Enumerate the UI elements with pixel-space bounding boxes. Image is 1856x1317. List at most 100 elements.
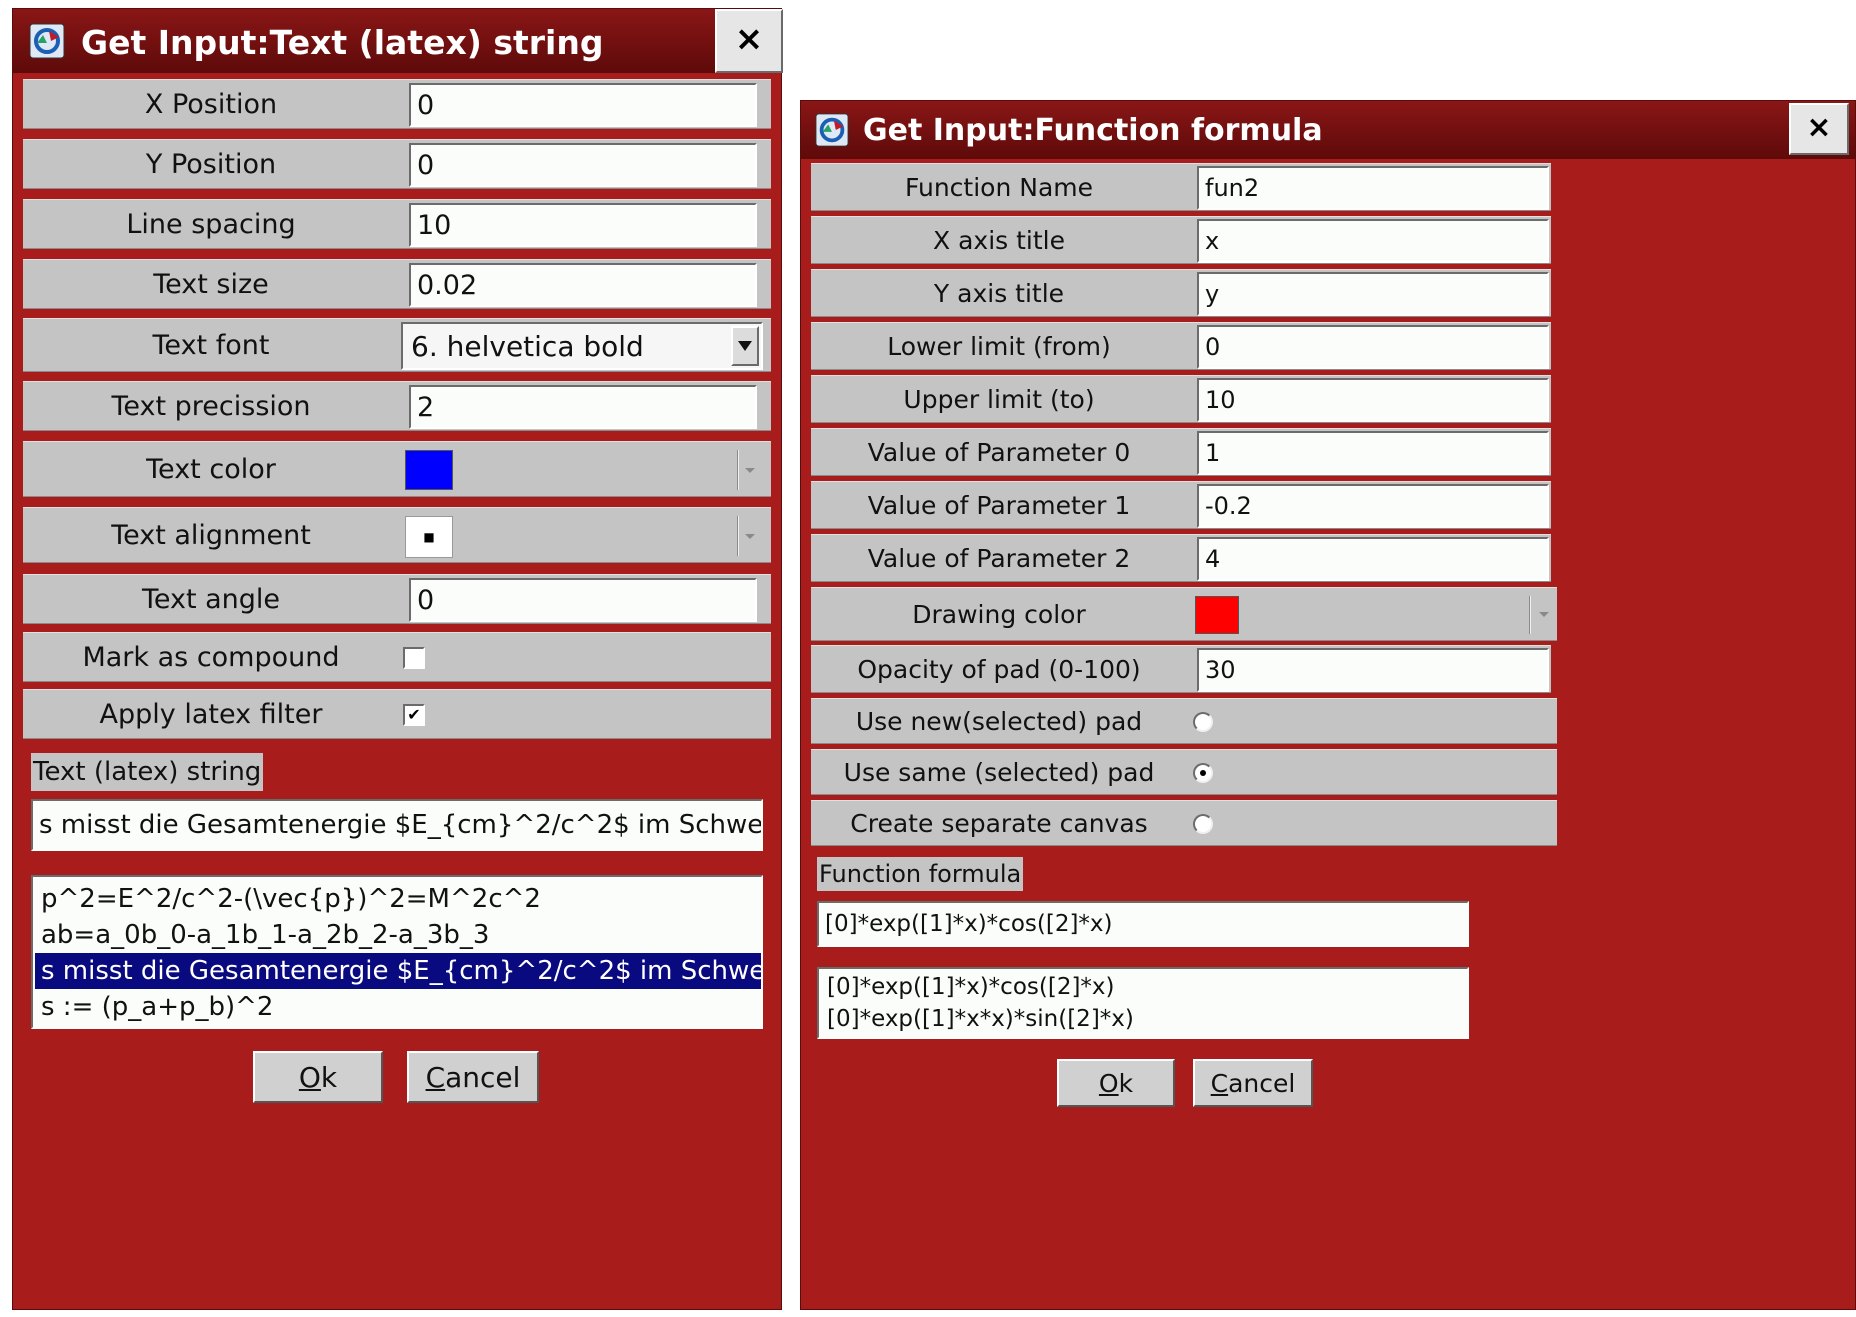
color-dropdown-arrow-icon[interactable] xyxy=(1539,612,1549,617)
row-param2: Value of Parameter 2 4 xyxy=(811,534,1551,582)
function-formula-input[interactable]: [0]*exp([1]*x)*cos([2]*x) xyxy=(817,901,1469,947)
x-position-label: X Position xyxy=(144,88,278,120)
cancel-button[interactable]: Cancel xyxy=(1193,1059,1313,1107)
drawing-color-label: Drawing color xyxy=(912,599,1086,629)
function-formula-label: Function formula xyxy=(817,857,1024,891)
mark-compound-checkbox[interactable] xyxy=(403,647,425,669)
dropdown-arrow-icon[interactable] xyxy=(731,326,759,366)
close-button[interactable]: × xyxy=(1789,103,1849,155)
row-param0: Value of Parameter 0 1 xyxy=(811,428,1551,476)
row-text-font: Text font 6. helvetica bold xyxy=(23,318,771,372)
row-drawing-color: Drawing color xyxy=(811,587,1557,641)
row-use-new-pad: Use new(selected) pad xyxy=(811,698,1557,744)
row-lower-limit: Lower limit (from) 0 xyxy=(811,322,1551,370)
apply-latex-label: Apply latex filter xyxy=(99,698,323,730)
row-text-size: Text size 0.02 xyxy=(23,259,771,309)
lower-limit-input[interactable]: 0 xyxy=(1197,325,1549,369)
list-item[interactable]: ab=a_0b_0-a_1b_1-a_2b_2-a_3b_3 xyxy=(35,917,761,953)
opacity-input[interactable]: 30 xyxy=(1197,648,1549,692)
x-axis-title-label: X axis title xyxy=(933,225,1065,255)
latex-string-input[interactable]: s misst die Gesamtenergie $E_{cm}^2/c^2$… xyxy=(31,799,763,851)
row-text-alignment: Text alignment ■ xyxy=(23,507,771,563)
row-apply-latex: Apply latex filter ✔ xyxy=(23,689,771,739)
text-font-label: Text font xyxy=(152,329,270,361)
text-font-value: 6. helvetica bold xyxy=(411,329,644,363)
text-precission-input[interactable]: 2 xyxy=(409,385,757,429)
latex-string-label: Text (latex) string xyxy=(31,753,264,791)
function-name-label: Function Name xyxy=(904,172,1094,202)
app-icon xyxy=(29,23,65,63)
text-angle-input[interactable]: 0 xyxy=(409,578,757,622)
text-size-label: Text size xyxy=(153,268,269,300)
x-position-input[interactable]: 0 xyxy=(409,83,757,127)
separate-canvas-label: Create separate canvas xyxy=(850,808,1148,838)
text-precission-label: Text precission xyxy=(111,390,311,422)
text-size-input[interactable]: 0.02 xyxy=(409,263,757,307)
y-position-input[interactable]: 0 xyxy=(409,143,757,187)
upper-limit-input[interactable]: 10 xyxy=(1197,378,1549,422)
ok-button[interactable]: Ok xyxy=(1057,1059,1175,1107)
close-icon: × xyxy=(1806,110,1832,145)
param2-input[interactable]: 4 xyxy=(1197,537,1549,581)
text-latex-dialog: Get Input:Text (latex) string × X Positi… xyxy=(12,8,783,1310)
text-alignment-picker[interactable]: ■ xyxy=(405,512,767,560)
function-formula-dialog: Get Input:Function formula × Function Na… xyxy=(800,100,1856,1310)
line-spacing-input[interactable]: 10 xyxy=(409,203,757,247)
text-alignment-label: Text alignment xyxy=(111,519,311,551)
list-item[interactable]: s := (p_a+p_b)^2 xyxy=(35,989,761,1025)
title-bar[interactable]: Get Input:Text (latex) string × xyxy=(13,9,783,73)
title-bar[interactable]: Get Input:Function formula × xyxy=(801,101,1855,159)
opacity-label: Opacity of pad (0-100) xyxy=(857,654,1141,684)
alignment-center-icon: ■ xyxy=(423,530,435,544)
latex-history-list[interactable]: p^2=E^2/c^2-(\vec{p})^2=M^2c^2 ab=a_0b_0… xyxy=(31,875,763,1029)
param1-label: Value of Parameter 1 xyxy=(867,490,1131,520)
mark-compound-label: Mark as compound xyxy=(82,641,340,673)
use-new-pad-radio[interactable] xyxy=(1193,712,1213,732)
use-new-pad-label: Use new(selected) pad xyxy=(855,706,1143,736)
param0-label: Value of Parameter 0 xyxy=(867,437,1131,467)
lower-limit-label: Lower limit (from) xyxy=(887,331,1111,361)
list-item[interactable]: [0]*exp([1]*x*x)*sin([2]*x) xyxy=(821,1003,1467,1035)
ok-button[interactable]: Ok xyxy=(253,1051,383,1103)
row-opacity: Opacity of pad (0-100) 30 xyxy=(811,645,1551,693)
row-use-same-pad: Use same (selected) pad xyxy=(811,749,1557,795)
text-color-picker[interactable] xyxy=(405,446,767,494)
row-line-spacing: Line spacing 10 xyxy=(23,199,771,249)
dialog-title: Get Input:Function formula xyxy=(863,113,1323,148)
use-same-pad-radio[interactable] xyxy=(1193,763,1213,783)
drawing-color-swatch[interactable] xyxy=(1195,596,1239,634)
row-text-precission: Text precission 2 xyxy=(23,381,771,431)
color-dropdown-arrow-icon[interactable] xyxy=(745,468,755,473)
row-param1: Value of Parameter 1 -0.2 xyxy=(811,481,1551,529)
text-font-select[interactable]: 6. helvetica bold xyxy=(401,322,763,370)
function-name-input[interactable]: fun2 xyxy=(1197,166,1549,210)
row-text-color: Text color xyxy=(23,441,771,497)
text-color-swatch[interactable] xyxy=(405,450,453,490)
list-item[interactable]: p^2=E^2/c^2-(\vec{p})^2=M^2c^2 xyxy=(35,881,761,917)
x-axis-title-input[interactable]: x xyxy=(1197,219,1549,263)
text-angle-label: Text angle xyxy=(141,583,281,615)
alignment-dropdown-arrow-icon[interactable] xyxy=(745,534,755,539)
close-button[interactable]: × xyxy=(715,9,783,73)
y-axis-title-input[interactable]: y xyxy=(1197,272,1549,316)
list-item-selected[interactable]: s misst die Gesamtenergie $E_{cm}^2/c^2$… xyxy=(35,953,761,989)
apply-latex-checkbox[interactable]: ✔ xyxy=(403,704,425,726)
param0-input[interactable]: 1 xyxy=(1197,431,1549,475)
list-item[interactable]: [0]*exp([1]*x)*cos([2]*x) xyxy=(821,971,1467,1003)
separate-canvas-radio[interactable] xyxy=(1193,814,1213,834)
row-x-position: X Position 0 xyxy=(23,79,771,129)
row-function-name: Function Name fun2 xyxy=(811,163,1551,211)
y-position-label: Y Position xyxy=(145,148,277,180)
row-upper-limit: Upper limit (to) 10 xyxy=(811,375,1551,423)
row-text-angle: Text angle 0 xyxy=(23,574,771,624)
checkmark-icon: ✔ xyxy=(407,705,421,724)
formula-history-list[interactable]: [0]*exp([1]*x)*cos([2]*x) [0]*exp([1]*x*… xyxy=(817,967,1469,1039)
cancel-button[interactable]: Cancel xyxy=(407,1051,539,1103)
param1-input[interactable]: -0.2 xyxy=(1197,484,1549,528)
upper-limit-label: Upper limit (to) xyxy=(903,384,1095,414)
row-separate-canvas: Create separate canvas xyxy=(811,800,1557,846)
drawing-color-picker[interactable] xyxy=(1195,592,1555,638)
close-icon: × xyxy=(734,19,764,59)
y-axis-title-label: Y axis title xyxy=(933,278,1065,308)
text-alignment-swatch[interactable]: ■ xyxy=(405,516,453,558)
